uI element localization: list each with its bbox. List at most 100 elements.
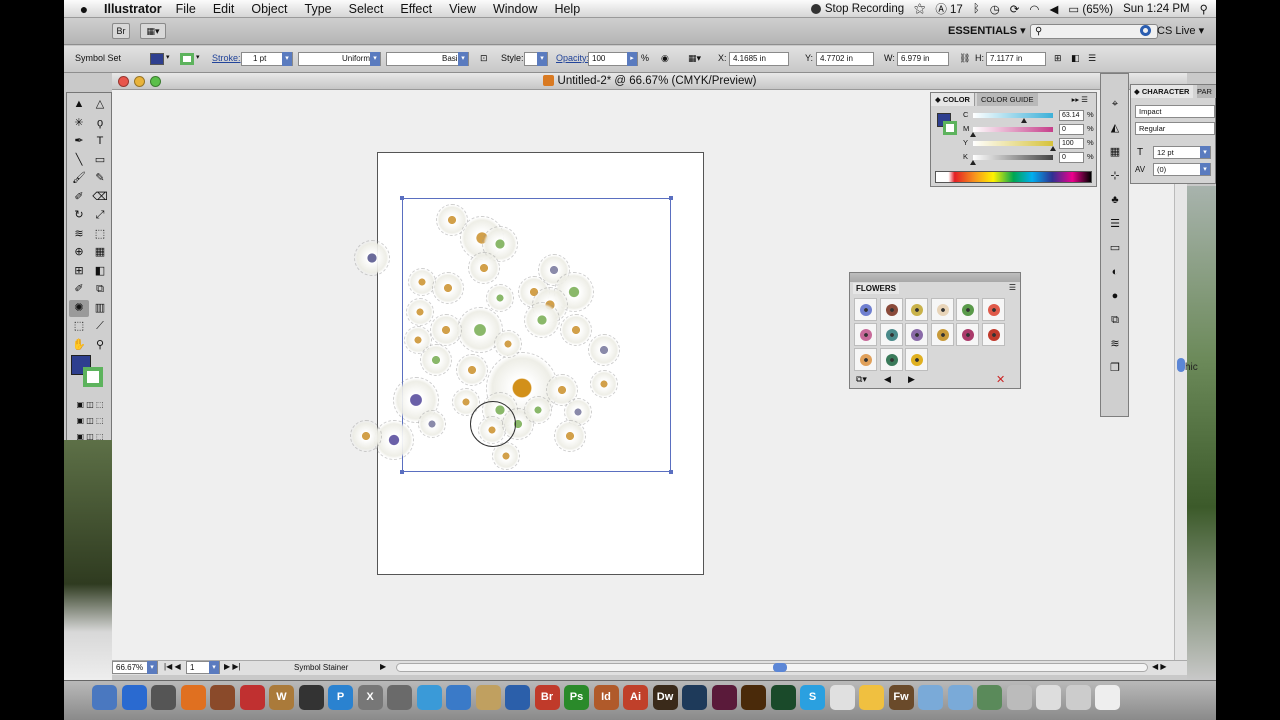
dock-app-icon[interactable] (180, 685, 206, 710)
previous-artboard-icon[interactable]: |◀ ◀ (164, 662, 181, 671)
bluetooth-icon[interactable]: ᛒ (973, 3, 980, 15)
dock-app-icon[interactable] (859, 685, 884, 710)
brush-panel-icon[interactable]: ⌖ (1108, 98, 1122, 110)
channel-slider[interactable] (970, 127, 1053, 137)
stroke-proxy[interactable] (943, 121, 957, 135)
menu-effect[interactable]: Effect (400, 2, 432, 16)
constrain-proportions-icon[interactable]: ⛓ (959, 53, 970, 64)
graphic-styles-icon[interactable]: ♣ (1108, 194, 1122, 206)
direct-selection-tool[interactable]: △ (90, 96, 110, 113)
slider-thumb[interactable] (1050, 146, 1056, 151)
dock-app-icon[interactable]: Fw (888, 685, 914, 710)
menu-view[interactable]: View (449, 2, 476, 16)
flower-symbol-swatch[interactable] (854, 323, 877, 346)
appearance-icon[interactable]: ◭ (1108, 122, 1122, 134)
dock-app-icon[interactable] (1036, 685, 1061, 710)
fill-swatch[interactable] (150, 53, 164, 65)
dock-app-icon[interactable] (770, 685, 796, 710)
timemachine-icon[interactable]: ◷ (990, 2, 1000, 16)
dock-app-icon[interactable] (1006, 685, 1032, 710)
zoom-window-icon[interactable] (150, 76, 161, 87)
flower-symbol-swatch[interactable] (905, 348, 928, 371)
x-field[interactable]: 4.1685 in (729, 52, 789, 66)
panel-menu-icon[interactable]: ☰ (1009, 283, 1016, 292)
control-panel-menu-icon[interactable]: ☰ (1088, 53, 1096, 64)
dock-app-icon[interactable] (977, 685, 1002, 710)
scale-tool[interactable]: ⤢ (90, 207, 110, 224)
slice-tool[interactable]: ⟋ (90, 318, 110, 335)
stroke-swatch[interactable] (180, 53, 194, 65)
color-mode-icon[interactable]: ▣ ◫ ⬚ (73, 396, 107, 413)
dock-app-icon[interactable] (387, 685, 412, 710)
next-artboard-icon[interactable]: ▶ ▶| (224, 662, 241, 671)
dock-app-icon[interactable]: X (357, 685, 383, 710)
layers-icon[interactable]: ≋ (1108, 338, 1122, 350)
flower-symbol-swatch[interactable] (879, 298, 903, 321)
flower-symbol-swatch[interactable] (905, 323, 928, 346)
gradient-tool[interactable]: ◧ (90, 263, 110, 280)
menu-object[interactable]: Object (251, 2, 287, 16)
menu-edit[interactable]: Edit (213, 2, 235, 16)
flower-symbol-swatch[interactable] (879, 323, 903, 346)
tab-character[interactable]: ◆ CHARACTER (1131, 85, 1193, 98)
dock-app-icon[interactable]: S (800, 685, 825, 710)
swatches-icon[interactable]: ▦ (1108, 146, 1122, 158)
gradient-icon[interactable]: ▭ (1108, 242, 1122, 254)
stroke-weight-field[interactable]: 1 pt ▾ (241, 52, 293, 66)
shape-builder-tool[interactable]: ⊕ (69, 244, 89, 261)
column-graph-tool[interactable]: ▥ (90, 300, 110, 317)
dock-app-icon[interactable] (1065, 685, 1091, 710)
dock-app-icon[interactable] (210, 685, 235, 710)
flower-symbol-swatch[interactable] (854, 348, 877, 371)
flower-symbol-swatch[interactable] (879, 348, 903, 371)
stroke-dropdown-icon[interactable]: ▾ (196, 53, 200, 61)
selection-tool[interactable]: ▲ (69, 96, 89, 113)
battery-indicator[interactable]: ▭ (65%) (1068, 2, 1113, 16)
dock-app-icon[interactable] (151, 685, 176, 710)
selection-handle[interactable] (400, 470, 404, 474)
artboards-icon[interactable]: ⧉ (1108, 314, 1122, 326)
channel-slider[interactable] (973, 113, 1053, 123)
channel-value-field[interactable]: 63.14 (1059, 110, 1084, 121)
opacity-field[interactable]: 100 ▸ (588, 52, 638, 66)
links-icon[interactable]: ❐ (1108, 362, 1122, 374)
opacity-label[interactable]: Opacity: (556, 53, 589, 63)
channel-slider[interactable] (973, 141, 1056, 151)
dock-app-icon[interactable] (298, 685, 324, 710)
paintbrush-tool[interactable]: 🖌 (69, 170, 89, 187)
flower-symbol-swatch[interactable] (854, 298, 877, 321)
scroll-arrows-icon[interactable]: ◀ ▶ (1152, 662, 1167, 671)
stop-recording-button[interactable]: Stop Recording (810, 3, 904, 15)
spotlight-icon[interactable]: ⚲ (1200, 2, 1208, 16)
stroke-icon[interactable]: ☰ (1108, 218, 1122, 230)
dock-app-icon[interactable] (92, 685, 117, 710)
wifi-icon[interactable]: ◠ (1029, 2, 1039, 16)
graphic-style-picker[interactable]: ▾ (524, 52, 548, 66)
delete-symbol-icon[interactable]: ✕ (996, 373, 1005, 386)
panel-menu-icon[interactable]: ▸▸ ☰ (1068, 93, 1092, 106)
recolor-artwork-icon[interactable]: ◉ (661, 53, 669, 64)
dock-app-icon[interactable]: P (328, 685, 353, 710)
free-transform-tool[interactable]: ⬚ (90, 226, 110, 243)
horizontal-scrollbar[interactable] (396, 663, 1148, 672)
tab-color[interactable]: ◆ COLOR (931, 93, 975, 106)
volume-icon[interactable]: ◀ (1049, 2, 1058, 16)
tab-paragraph[interactable]: PAR (1197, 85, 1216, 98)
dock-app-icon[interactable] (239, 685, 265, 710)
blob-brush-tool[interactable]: ✐ (69, 189, 89, 206)
dock-app-icon[interactable] (121, 685, 147, 710)
fill-dropdown-icon[interactable]: ▾ (166, 53, 170, 61)
stroke-color-box[interactable] (83, 367, 103, 387)
pencil-tool[interactable]: ✎ (90, 170, 110, 187)
type-tool[interactable]: T (90, 133, 110, 150)
width-field[interactable]: 6.979 in (897, 52, 949, 66)
dock-app-icon[interactable] (682, 685, 707, 710)
symbol-icon[interactable]: ⊹ (1108, 170, 1122, 182)
flower-symbol-swatch[interactable] (981, 323, 1005, 346)
artboard-number-field[interactable]: 1 ▾ (186, 661, 220, 674)
color-icon[interactable]: ● (1108, 290, 1122, 302)
font-style-field[interactable]: Regular (1135, 122, 1215, 135)
width-tool[interactable]: ≋ (69, 226, 89, 243)
bridge-icon[interactable]: Br (112, 23, 130, 39)
transparency-icon[interactable]: ⊡ (480, 53, 488, 64)
